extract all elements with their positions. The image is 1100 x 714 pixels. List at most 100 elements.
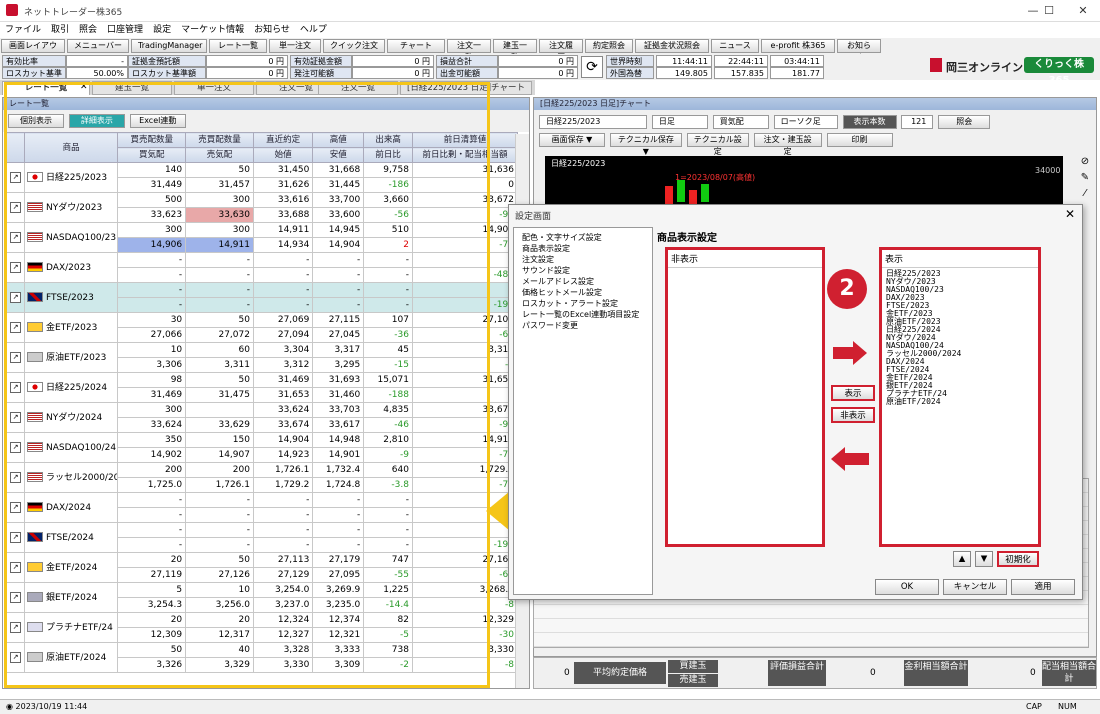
technical-settings-button[interactable]: テクニカル設定 <box>686 133 749 156</box>
chart-icon[interactable]: ↗ <box>10 501 21 513</box>
tree-item[interactable]: 配色・文字サイズ設定 <box>522 232 648 243</box>
chart-icon[interactable]: ↗ <box>10 291 21 303</box>
close-button[interactable]: ✕ <box>1068 3 1098 19</box>
tab-rate-list[interactable]: レート一覧 <box>2 81 90 95</box>
shown-item[interactable]: 原油ETF/2024 <box>886 398 1034 406</box>
chart-button[interactable]: チャート <box>387 39 445 53</box>
ok-button[interactable]: OK <box>875 579 939 595</box>
chart-icon[interactable]: ↗ <box>10 321 21 333</box>
tree-item[interactable]: パスワード変更 <box>522 320 648 331</box>
table-row[interactable]: ↗ 原油ETF/2024 50 40 3,328 3,333 738 3,330 <box>5 642 519 673</box>
symbol-select[interactable]: 日経225/2023 <box>539 115 647 129</box>
tree-item[interactable]: レート一覧のExcel連動項目設定 <box>522 309 648 320</box>
chart-icon[interactable]: ↗ <box>10 561 21 573</box>
maximize-button[interactable]: ☐ <box>1034 3 1064 19</box>
chart-icon[interactable]: ↗ <box>10 411 21 423</box>
menu-inquiry[interactable]: 照会 <box>74 22 102 38</box>
table-row[interactable]: ↗ 日経225/2024 98 50 31,469 31,693 15,071 31,657 <box>5 372 519 403</box>
order-history-button[interactable]: 注文履歴 <box>539 39 583 62</box>
save-screen-button[interactable]: 画面保存 ▼ <box>539 133 605 147</box>
chart-icon[interactable]: ↗ <box>10 531 21 543</box>
menu-settings[interactable]: 設定 <box>148 22 176 38</box>
execution-button[interactable]: 約定照会 <box>585 39 633 53</box>
hidden-list[interactable]: 非表示 <box>665 247 825 547</box>
move-up-button[interactable]: ▲ <box>953 551 971 567</box>
rate-list-button[interactable]: レート一覧 <box>209 39 267 53</box>
tree-item[interactable]: ロスカット・アラート設定 <box>522 298 648 309</box>
table-row[interactable]: ↗ NASDAQ100/23 300 300 14,911 14,945 510 14,909 <box>5 222 519 253</box>
menu-file[interactable]: ファイル <box>0 22 46 38</box>
tab-close-icon[interactable]: ✕ <box>80 82 88 92</box>
tab-single-order[interactable]: 単一注文 <box>174 81 254 95</box>
quick-order-button[interactable]: クイック注文 <box>323 39 385 53</box>
excel-link-button[interactable]: Excel連動 <box>129 114 186 128</box>
trading-manager-button[interactable]: TradingManager <box>131 39 207 53</box>
table-row[interactable]: ↗ NYダウ/2024 300 33,624 33,703 4,835 33,670 <box>5 402 519 433</box>
table-row[interactable]: ↗FTSE/2023------ <box>5 282 519 313</box>
table-row[interactable]: ↗ 金ETF/2024 20 50 27,113 27,179 747 27,168 <box>5 552 519 583</box>
chart-icon[interactable]: ↗ <box>10 441 21 453</box>
tree-item[interactable]: サウンド設定 <box>522 265 648 276</box>
order-position-settings-button[interactable]: 注文・建玉設定 <box>753 133 822 156</box>
tree-item[interactable]: メールアドレス設定 <box>522 276 648 287</box>
table-row[interactable]: ↗ラッセル2000/20242002001,726.11,732.46401,7… <box>5 462 519 493</box>
refresh-icon[interactable]: ⟳ <box>581 56 603 78</box>
table-row[interactable]: ↗ 銀ETF/2024 5 10 3,254.0 3,269.9 1,225 3,268.4 <box>5 582 519 613</box>
shown-list[interactable]: 表示 日経225/2023 NYダウ/2023 NASDAQ100/23 DAX/20… <box>879 247 1041 547</box>
chart-icon[interactable]: ↗ <box>10 381 21 393</box>
tab-chart[interactable]: [日経225/2023 日足]チャート <box>400 81 532 95</box>
detail-view-button[interactable]: 詳細表示 <box>68 114 125 128</box>
reset-button[interactable]: 初期化 <box>997 551 1039 567</box>
menu-news[interactable]: お知らせ <box>249 22 295 38</box>
single-order-button[interactable]: 単一注文 <box>269 39 321 53</box>
period-select[interactable]: 日足 <box>651 115 708 129</box>
show-button[interactable]: 表示 <box>831 385 875 401</box>
side-select[interactable]: 買気配 <box>712 115 769 129</box>
eprofit-button[interactable]: e-profit 株365 <box>761 39 835 53</box>
chart-icon[interactable]: ↗ <box>10 201 21 213</box>
chart-icon[interactable]: ↗ <box>10 621 21 633</box>
print-button[interactable]: 印刷 <box>826 133 893 147</box>
save-technical-button[interactable]: テクニカル保存▼ <box>609 133 682 156</box>
table-row[interactable]: ↗ 原油ETF/2023 10 60 3,304 3,317 45 3,319 <box>5 342 519 373</box>
margin-status-button[interactable]: 証拠金状況照会 <box>635 39 709 53</box>
table-row[interactable]: ↗ プラチナETF/24 20 20 12,324 12,374 82 12,329 <box>5 612 519 643</box>
position-list-button[interactable]: 建玉一覧 <box>493 39 537 62</box>
table-row[interactable]: ↗ NYダウ/2023 500 300 33,616 33,700 3,660 33,672 <box>5 192 519 223</box>
chart-icon[interactable]: ↗ <box>10 171 21 183</box>
cancel-button[interactable]: キャンセル <box>943 579 1007 595</box>
table-row[interactable]: ↗ 日経225/2023 140 50 31,450 31,668 9,758 31,636 <box>5 162 519 193</box>
tree-item[interactable]: 商品表示設定 <box>522 243 648 254</box>
menubar-button[interactable]: メニューバー▼ <box>67 39 129 62</box>
menu-trade[interactable]: 取引 <box>46 22 74 38</box>
menu-account[interactable]: 口座管理 <box>102 22 148 38</box>
chart-icon[interactable]: ↗ <box>10 591 21 603</box>
table-row[interactable]: ↗ NASDAQ100/24 350 150 14,904 14,948 2,810 14,9… <box>5 432 519 463</box>
tab-order-list-2[interactable]: 注文一覧 <box>318 81 398 95</box>
notice-button[interactable]: お知らせ <box>837 39 881 62</box>
table-row[interactable]: ↗DAX/2024------ <box>5 492 519 523</box>
chart-icon[interactable]: ↗ <box>10 351 21 363</box>
tree-item[interactable]: 注文設定 <box>522 254 648 265</box>
news-button[interactable]: ニュース <box>711 39 759 53</box>
move-down-button[interactable]: ▼ <box>975 551 993 567</box>
chart-icon[interactable]: ↗ <box>10 471 21 483</box>
chart-icon[interactable]: ↗ <box>10 651 21 663</box>
apply-button[interactable]: 適用 <box>1011 579 1075 595</box>
table-row[interactable]: ↗FTSE/2024------ <box>5 522 519 553</box>
chart-icon[interactable]: ↗ <box>10 231 21 243</box>
chart-icon[interactable]: ↗ <box>10 261 21 273</box>
tree-item[interactable]: 価格ヒットメール設定 <box>522 287 648 298</box>
menu-help[interactable]: ヘルプ <box>295 22 332 38</box>
menu-market[interactable]: マーケット情報 <box>176 22 249 38</box>
simple-view-button[interactable]: 個別表示 <box>8 114 64 128</box>
table-row[interactable]: ↗ 金ETF/2023 30 50 27,069 27,115 107 27,105 <box>5 312 519 343</box>
hide-button[interactable]: 非表示 <box>831 407 875 423</box>
dialog-close-icon[interactable]: ✕ <box>1065 207 1075 221</box>
style-select[interactable]: ローソク足 <box>773 115 838 129</box>
inquiry-button[interactable]: 照会 <box>938 115 991 129</box>
layout-button[interactable]: 画面レイアウト▼ <box>1 39 65 62</box>
order-list-button[interactable]: 注文一覧 <box>447 39 491 62</box>
tab-positions[interactable]: 建玉一覧 <box>92 81 172 95</box>
table-row[interactable]: ↗DAX/2023------ <box>5 252 519 283</box>
